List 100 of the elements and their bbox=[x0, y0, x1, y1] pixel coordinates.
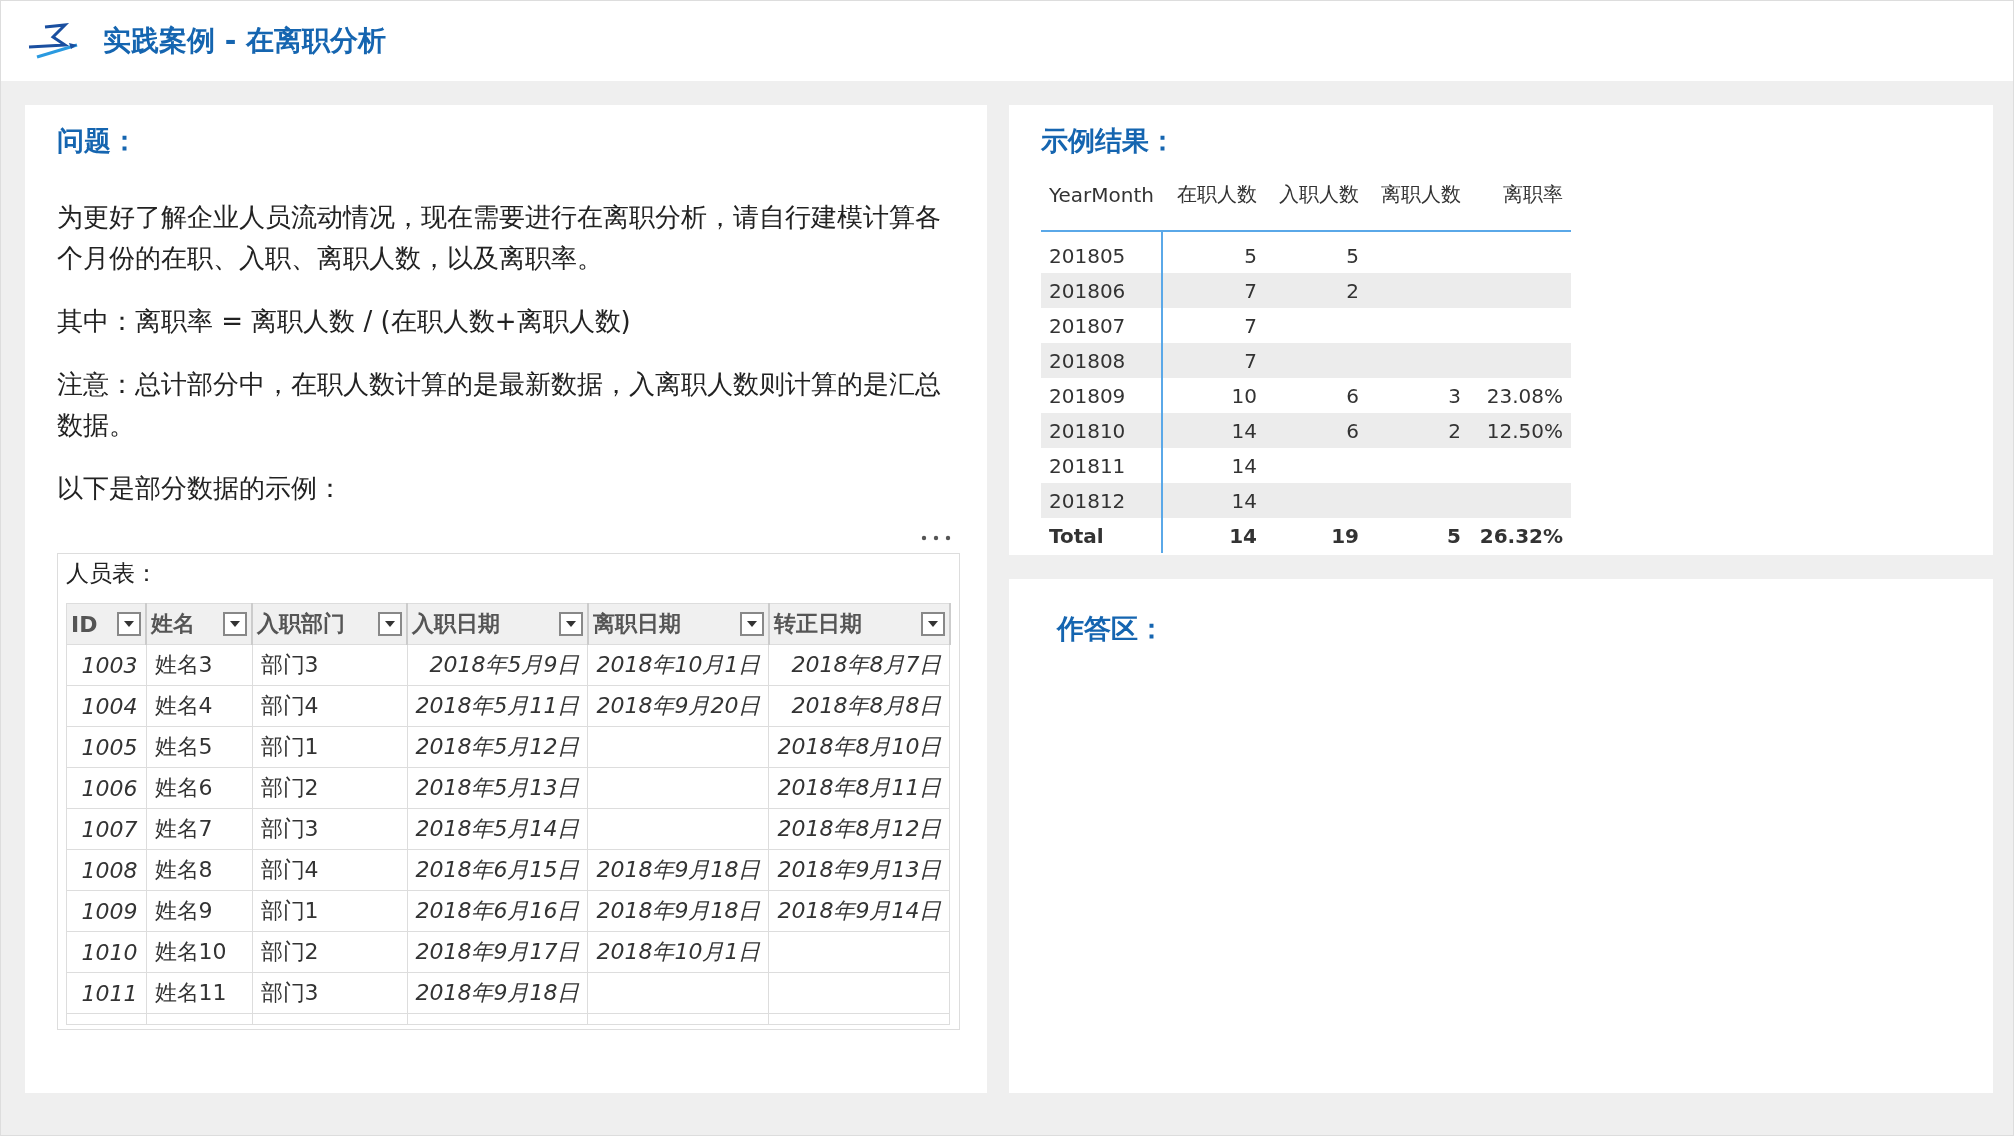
paragraph: 以下是部分数据的示例： bbox=[57, 472, 344, 505]
table-cell: 1004 bbox=[66, 685, 146, 727]
table-cell: 1011 bbox=[66, 972, 146, 1014]
table-cell: 2018年9月20日 bbox=[588, 685, 769, 727]
table-cell: 2018年9月17日 bbox=[407, 931, 588, 973]
table-cell: 201810 bbox=[1041, 413, 1163, 448]
table-cell: 姓名11 bbox=[146, 972, 252, 1014]
table-cell: 部门3 bbox=[252, 972, 407, 1014]
table-cell: 12.50% bbox=[1469, 413, 1572, 448]
dropdown-arrow-icon bbox=[385, 621, 395, 627]
filter-button[interactable] bbox=[920, 612, 945, 636]
table-cell: 23.08% bbox=[1469, 378, 1572, 413]
table-cell: 2018年5月13日 bbox=[407, 767, 588, 809]
column-header: 离职人数 bbox=[1367, 173, 1470, 231]
header-label: 入职部门 bbox=[257, 610, 345, 638]
table-cell: 部门1 bbox=[252, 726, 407, 768]
table-cell: 7 bbox=[1162, 308, 1266, 343]
table-cell: 201806 bbox=[1041, 273, 1163, 308]
table-cell: 姓名7 bbox=[146, 808, 252, 850]
table-cell: 2018年5月11日 bbox=[407, 685, 588, 727]
dropdown-arrow-icon bbox=[124, 621, 134, 627]
table-cell: 姓名9 bbox=[146, 890, 252, 932]
table-cell: 部门2 bbox=[252, 767, 407, 809]
paragraph: 为更好了解企业人员流动情况，现在需要进行在离职分析，请自行建模计算各个月份的在职、入职、离职人数，以及离职率。 bbox=[57, 201, 942, 275]
table-caption: 人员表： bbox=[66, 559, 159, 588]
column-header: YearMonth bbox=[1041, 173, 1163, 231]
table-cell: 1003 bbox=[66, 644, 146, 686]
table-cell: 2018年9月18日 bbox=[407, 972, 588, 1014]
table-cell: 2018年5月12日 bbox=[407, 726, 588, 768]
header-label: ID bbox=[71, 611, 98, 637]
table-cell: 14 bbox=[1162, 483, 1266, 518]
dropdown-arrow-icon bbox=[566, 621, 576, 627]
table-cell: 姓名5 bbox=[146, 726, 252, 768]
more-options-icon[interactable] bbox=[921, 535, 951, 541]
table-cell: 部门2 bbox=[252, 931, 407, 973]
filter-button[interactable] bbox=[117, 612, 141, 636]
table-cell: 部门3 bbox=[252, 644, 407, 686]
table-cell: 姓名3 bbox=[146, 644, 252, 686]
table-cell: 6 bbox=[1265, 378, 1368, 413]
column-header: 在职人数 bbox=[1162, 173, 1266, 231]
header-label: 入职日期 bbox=[412, 610, 500, 638]
table-cell: 2018年8月7日 bbox=[768, 644, 950, 686]
table-cell: 部门1 bbox=[252, 890, 407, 932]
filter-button[interactable] bbox=[378, 612, 402, 636]
table-cell: 1006 bbox=[66, 767, 146, 809]
table-cell: 2 bbox=[1265, 273, 1368, 308]
table-cell: 1007 bbox=[66, 808, 146, 850]
table-cell: 2018年8月10日 bbox=[768, 726, 950, 768]
section-heading: 问题： bbox=[57, 124, 139, 158]
table-cell: 1009 bbox=[66, 890, 146, 932]
table-cell: 2018年9月18日 bbox=[588, 849, 769, 891]
table-cell: 14 bbox=[1162, 448, 1266, 483]
dropdown-arrow-icon bbox=[746, 621, 757, 627]
column-header: 入职人数 bbox=[1265, 173, 1368, 231]
table-cell: 姓名6 bbox=[146, 767, 252, 809]
table-cell: 6 bbox=[1265, 413, 1368, 448]
header-label: 离职日期 bbox=[593, 610, 681, 638]
table-cell: 14 bbox=[1162, 413, 1266, 448]
header-label: 转正日期 bbox=[773, 610, 862, 638]
table-cell: 2018年5月9日 bbox=[407, 644, 588, 686]
dropdown-arrow-icon bbox=[927, 621, 938, 627]
table-cell: 5 bbox=[1367, 518, 1470, 553]
column-header: 离职率 bbox=[1469, 173, 1572, 231]
table-cell: 2018年10月1日 bbox=[588, 931, 769, 973]
table-cell: 2018年8月11日 bbox=[768, 767, 950, 809]
table-cell: 1010 bbox=[66, 931, 146, 973]
table-cell: 2018年9月13日 bbox=[768, 849, 950, 891]
filter-button[interactable] bbox=[559, 612, 583, 636]
table-cell: 部门4 bbox=[252, 685, 407, 727]
table-cell: 2 bbox=[1367, 413, 1470, 448]
table-cell: 5 bbox=[1162, 231, 1266, 273]
table-cell: 14 bbox=[1162, 518, 1266, 553]
table-cell: 1008 bbox=[66, 849, 146, 891]
table-cell: 5 bbox=[1265, 231, 1368, 273]
header-label: 姓名 bbox=[151, 610, 195, 638]
filter-button[interactable] bbox=[739, 612, 764, 636]
table-cell: 7 bbox=[1162, 273, 1266, 308]
table-cell: 2018年9月18日 bbox=[588, 890, 769, 932]
section-heading: 示例结果： bbox=[1041, 124, 1177, 158]
table-cell: 2018年5月14日 bbox=[407, 808, 588, 850]
table-cell: Total bbox=[1041, 518, 1163, 553]
table-cell: 3 bbox=[1367, 378, 1470, 413]
paragraph: 其中：离职率 = 离职人数 / (在职人数+离职人数) bbox=[57, 305, 632, 338]
table-cell: 2018年10月1日 bbox=[588, 644, 769, 686]
table-cell: 19 bbox=[1265, 518, 1368, 553]
filter-button[interactable] bbox=[223, 612, 247, 636]
table-cell: 1005 bbox=[66, 726, 146, 768]
table-cell: 7 bbox=[1162, 343, 1266, 378]
table-cell: 姓名8 bbox=[146, 849, 252, 891]
table-cell: 2018年8月12日 bbox=[768, 808, 950, 850]
table-cell: 2018年9月14日 bbox=[768, 890, 950, 932]
page-title: 实践案例 - 在离职分析 bbox=[103, 23, 387, 59]
table-cell: 2018年6月16日 bbox=[407, 890, 588, 932]
table-cell: 201808 bbox=[1041, 343, 1163, 378]
table-cell: 201812 bbox=[1041, 483, 1163, 518]
table-cell: 2018年6月15日 bbox=[407, 849, 588, 891]
section-heading: 作答区： bbox=[1057, 612, 1166, 646]
table-cell: 部门3 bbox=[252, 808, 407, 850]
table-cell: 26.32% bbox=[1469, 518, 1572, 553]
table-cell: 2018年8月8日 bbox=[768, 685, 950, 727]
